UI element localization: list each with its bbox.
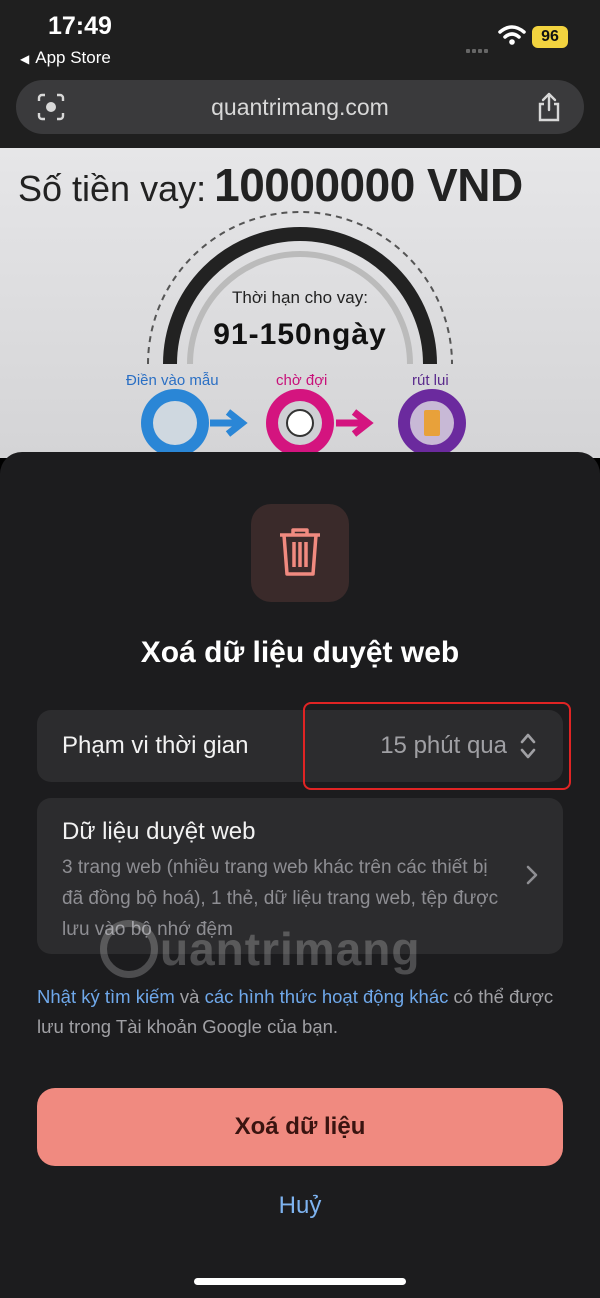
status-bar: 17:49 ◀ App Store 96 [0,0,600,78]
loan-label: Số tiền vay: [18,168,207,209]
search-history-link[interactable]: Nhật ký tìm kiếm [37,986,175,1007]
quantrimang-watermark: uantrimang [100,919,421,982]
clock: 17:49 [48,12,112,40]
browser-toolbar: quantrimang.com [0,78,600,148]
loan-amount: 10000000 VND [214,159,523,211]
other-activity-link[interactable]: các hình thức hoạt động khác [205,986,449,1007]
url-text: quantrimang.com [211,94,389,120]
step-withdraw: rút lui [412,372,449,389]
browsing-data-label: Dữ liệu duyệt web [62,818,256,845]
battery-indicator: 96 [532,26,568,48]
home-indicator[interactable] [194,1278,406,1285]
watermark-text: uantrimang [160,923,421,975]
clear-data-button[interactable]: Xoá dữ liệu [37,1088,563,1166]
clear-data-sheet: Xoá dữ liệu duyệt web Phạm vi thời gian … [0,452,600,1298]
webpage-content: Số tiền vay: 10000000 VND Thời hạn cho va… [0,148,600,458]
term-value: 91-150ngày [213,318,387,351]
cancel-button[interactable]: Huỷ [0,1192,600,1220]
watermark-logo-icon [100,919,158,978]
step-fill-form: Điền vào mẫu [126,372,219,389]
time-range-label: Phạm vi thời gian [62,732,249,759]
step-wait: chờ đợi [276,372,328,389]
note-text-and: và [174,986,205,1007]
trash-icon-container [251,504,349,602]
cellular-signal-icon [466,40,492,53]
sheet-title: Xoá dữ liệu duyệt web [140,636,460,669]
google-account-note: Nhật ký tìm kiếm và các hình thức hoạt đ… [37,982,563,1042]
address-bar[interactable]: quantrimang.com [16,80,584,134]
back-to-app-store[interactable]: ◀ App Store [20,48,111,68]
back-arrow-icon: ◀ [20,52,30,66]
trash-icon [280,528,320,576]
term-label: Thời hạn cho vay: [232,288,368,307]
loan-amount-heading: Số tiền vay: 10000000 VND [18,158,523,212]
highlight-box [303,702,571,790]
share-icon[interactable] [536,92,562,122]
back-label: App Store [35,48,111,67]
wifi-icon [498,25,526,45]
chevron-right-icon [526,865,538,885]
